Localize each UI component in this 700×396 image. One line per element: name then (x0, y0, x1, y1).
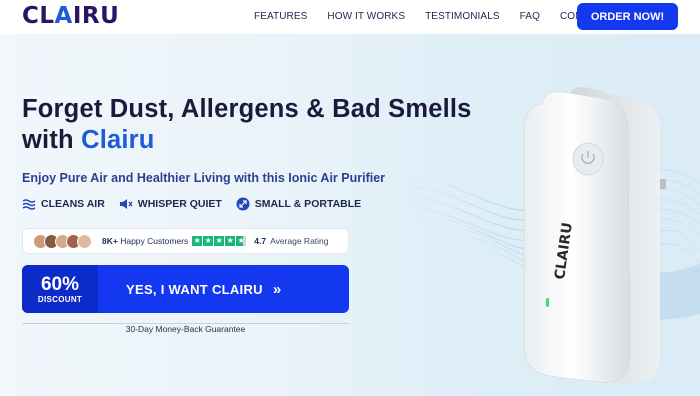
hero-headline: Forget Dust, Allergens & Bad Smells with… (22, 94, 472, 156)
headline-line1: Forget Dust, Allergens & Bad Smells (22, 95, 472, 123)
nav-features[interactable]: FEATURES (254, 11, 307, 22)
star-icon: ★ (214, 236, 225, 246)
headline-brand: Clairu (81, 126, 155, 154)
site-header: CLAIRU FEATURES HOW IT WORKS TESTIMONIAL… (0, 0, 700, 34)
headline-with: with (22, 126, 82, 154)
feature-label: WHISPER QUIET (137, 198, 222, 210)
expand-icon (236, 197, 250, 211)
logo-text: CL (22, 3, 55, 29)
waves-icon (22, 197, 36, 211)
star-icon: ★ (236, 236, 247, 246)
cta-label: YES, I WANT CLAIRU (126, 281, 263, 297)
guarantee-text: 30-Day Money-Back Guarantee (22, 319, 349, 337)
hero-section: Forget Dust, Allergens & Bad Smells with… (0, 34, 700, 396)
nav-faq[interactable]: FAQ (520, 11, 540, 22)
feature-label: CLEANS AIR (41, 198, 105, 210)
discount-badge: 60% DISCOUNT (22, 265, 98, 313)
customer-avatars (33, 233, 92, 249)
customer-count: 8K+ Happy Customers (102, 236, 189, 246)
feature-small-portable: SMALL & PORTABLE (236, 197, 361, 211)
feature-label: SMALL & PORTABLE (254, 198, 362, 210)
rating-label: Average Rating (270, 236, 329, 246)
logo-accent: A (54, 3, 73, 29)
buy-cta-button[interactable]: 60% DISCOUNT YES, I WANT CLAIRU » (22, 265, 349, 313)
nav-testimonials[interactable]: TESTIMONIALS (425, 11, 500, 22)
star-icon: ★ (192, 236, 203, 246)
star-icon: ★ (203, 236, 214, 246)
feature-list: CLEANS AIR WHISPER QUIET SMALL & PORTABL… (22, 197, 375, 211)
social-proof-bar: 8K+ Happy Customers ★ ★ ★ ★ ★ 4.7 Averag… (22, 228, 349, 254)
order-now-button[interactable]: ORDER NOW! (577, 3, 678, 30)
nav-how-it-works[interactable]: HOW IT WORKS (327, 11, 405, 22)
logo-text-tail: IRU (72, 3, 120, 29)
star-icon: ★ (225, 236, 236, 246)
speaker-mute-icon (119, 197, 133, 211)
rating-stars: ★ ★ ★ ★ ★ (192, 236, 247, 246)
feature-whisper-quiet: WHISPER QUIET (119, 197, 222, 211)
feature-cleans-air: CLEANS AIR (22, 197, 105, 211)
logo[interactable]: CLAIRU (22, 3, 119, 29)
discount-percent: 60% (40, 273, 80, 295)
chevron-double-right-icon: » (272, 280, 282, 298)
discount-label: DISCOUNT (37, 294, 83, 304)
avatar (77, 233, 92, 249)
hero-subline: Enjoy Pure Air and Healthier Living with… (22, 171, 386, 185)
air-purifier-product-image: CLAIRU (523, 87, 666, 384)
rating-value: 4.7 (254, 236, 267, 246)
